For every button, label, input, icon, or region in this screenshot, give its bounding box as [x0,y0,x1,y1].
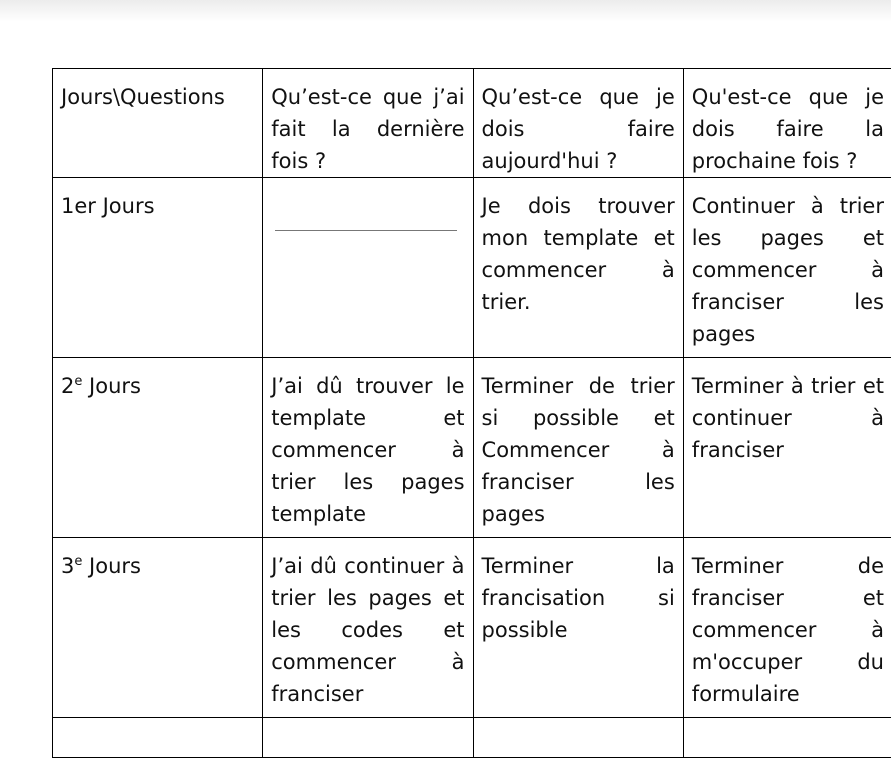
next-time-cell: Terminer de franciser et commencer à m'o… [683,538,891,718]
header-cell-last-time: Qu’est-ce que j’ai fait la dernière fois… [263,69,473,178]
day-word: Jours [82,374,141,398]
day-cell: 2e Jours [53,358,263,538]
day-word: Jours [82,554,141,578]
day-number: 3 [61,554,74,578]
table-row: 1er Jours Je dois trouver mon template e… [53,178,891,358]
day-number: 2 [61,374,74,398]
today-cell: Terminer de trier si possible et Commenc… [473,358,683,538]
today-cell: Je dois trouver mon template et commence… [473,178,683,358]
day-cell: 1er Jours [53,178,263,358]
table-row: 3e Jours J’ai dû continuer à trier les p… [53,538,891,718]
header-cell-today: Qu’est-ce que je dois faire aujourd'hui … [473,69,683,178]
day-cell: 3e Jours [53,538,263,718]
empty-cell [473,718,683,758]
last-time-cell: J’ai dû continuer à trier les pages et l… [263,538,473,718]
empty-cell [683,718,891,758]
top-shadow [0,0,891,22]
header-cell-next-time: Qu'est-ce que je dois faire la prochaine… [683,69,891,178]
today-cell: Terminer la francisation si possible [473,538,683,718]
header-cell-days: Jours\Questions [53,69,263,178]
next-time-cell: Terminer à trier et continuer à francise… [683,358,891,538]
empty-cell [263,718,473,758]
empty-answer-line [275,230,457,231]
document-page: Jours\Questions Qu’est-ce que j’ai fait … [0,0,891,727]
table-header-row: Jours\Questions Qu’est-ce que j’ai fait … [53,69,891,178]
last-time-cell [263,178,473,358]
table-row: 2e Jours J’ai dû trouver le template et … [53,358,891,538]
schedule-table: Jours\Questions Qu’est-ce que j’ai fait … [52,68,891,758]
next-time-cell: Continuer à trier les pages et commencer… [683,178,891,358]
last-time-cell: J’ai dû trouver le template et commencer… [263,358,473,538]
empty-cell [53,718,263,758]
table-row-partial [53,718,891,758]
